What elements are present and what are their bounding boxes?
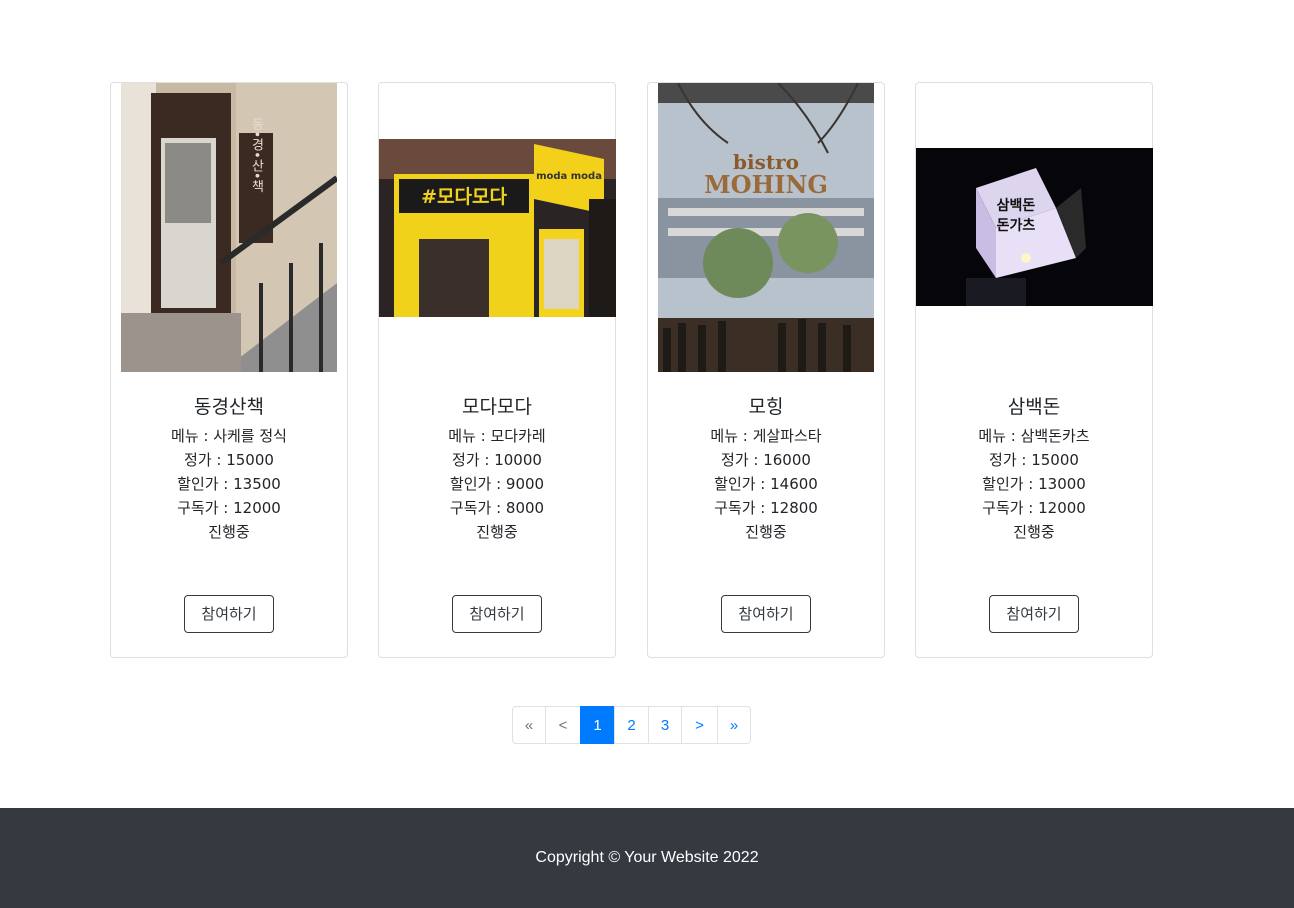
card-title: 모힝 xyxy=(748,396,784,418)
card-status: 진행중 xyxy=(208,523,250,541)
card-subscription-price: 구독가 : 8000 xyxy=(449,499,545,517)
join-button[interactable]: 참여하기 xyxy=(989,595,1079,633)
card-subscription-price: 구독가 : 12800 xyxy=(714,499,818,517)
copyright-text: Copyright © Your Website 2022 xyxy=(535,849,759,866)
card-price: 정가 : 16000 xyxy=(721,451,811,469)
card-title: 삼백돈 xyxy=(1007,396,1061,418)
card-status: 진행중 xyxy=(1013,523,1055,541)
restaurant-card: 삼백돈 돈가츠 삼백돈 메뉴 : 삼백돈카츠 정가 : 15000 할인가 : … xyxy=(915,82,1153,658)
pagination-last[interactable]: » xyxy=(717,706,751,744)
card-sale-price: 할인가 : 13500 xyxy=(177,475,281,493)
restaurant-card: #모다모다 moda moda 모다모다 메뉴 : 모다카레 정가 : 1000… xyxy=(378,82,616,658)
restaurant-card-grid: 동•경•산•책 동경산책 메뉴 : 사케를 정식 정가 : 15000 할인가 … xyxy=(110,82,1154,658)
restaurant-photo: 동•경•산•책 xyxy=(121,83,337,372)
card-price: 정가 : 10000 xyxy=(452,451,542,469)
pagination-first[interactable]: « xyxy=(512,706,546,744)
pagination-page-3[interactable]: 3 xyxy=(648,706,682,744)
card-menu: 메뉴 : 삼백돈카츠 xyxy=(978,427,1090,445)
card-sale-price: 할인가 : 9000 xyxy=(449,475,545,493)
pagination-prev[interactable]: < xyxy=(545,706,581,744)
card-sale-price: 할인가 : 13000 xyxy=(982,475,1086,493)
restaurant-photo: 삼백돈 돈가츠 xyxy=(916,148,1153,306)
signage-text: MOHING xyxy=(704,170,828,199)
pagination-next[interactable]: > xyxy=(681,706,718,744)
card-price: 정가 : 15000 xyxy=(989,451,1079,469)
restaurant-photo: bistro MOHING xyxy=(658,83,874,372)
signage-text: #모다모다 xyxy=(421,186,507,208)
join-button[interactable]: 참여하기 xyxy=(721,595,811,633)
card-price: 정가 : 15000 xyxy=(184,451,274,469)
signage-text: 돈가츠 xyxy=(997,218,1036,234)
restaurant-card: bistro MOHING 모힝 메뉴: 게살파스타 정가: 16000 할… xyxy=(647,82,885,658)
card-title: 모다모다 xyxy=(462,396,532,418)
card-menu: 메뉴 : 게살파스타 xyxy=(710,427,822,445)
join-button[interactable]: 참여하기 xyxy=(184,595,274,633)
restaurant-card: 동•경•산•책 동경산책 메뉴 : 사케를 정식 정가 : 15000 할인가 … xyxy=(110,82,348,658)
card-subscription-price: 구독가 : 12000 xyxy=(177,499,281,517)
pagination: « < 1 2 3 > » xyxy=(512,706,751,744)
restaurant-photo: #모다모다 moda moda xyxy=(379,139,616,317)
card-subscription-price: 구독가 : 12000 xyxy=(982,499,1086,517)
signage-text: moda moda xyxy=(536,171,602,182)
pagination-page-2[interactable]: 2 xyxy=(614,706,649,744)
card-status: 진행중 xyxy=(745,523,787,541)
card-menu: 메뉴 : 모다카레 xyxy=(448,427,546,445)
card-status: 진행중 xyxy=(476,523,518,541)
signage-text: 동•경•산•책 xyxy=(249,117,264,192)
card-sale-price: 할인가 : 14600 xyxy=(714,475,818,493)
footer: Copyright © Your Website 2022 xyxy=(0,808,1294,908)
join-button[interactable]: 참여하기 xyxy=(452,595,542,633)
card-menu: 메뉴 : 사케를 정식 xyxy=(171,427,287,445)
pagination-page-1[interactable]: 1 xyxy=(580,706,615,744)
card-title: 동경산책 xyxy=(194,396,264,418)
signage-text: 삼백돈 xyxy=(997,198,1036,214)
